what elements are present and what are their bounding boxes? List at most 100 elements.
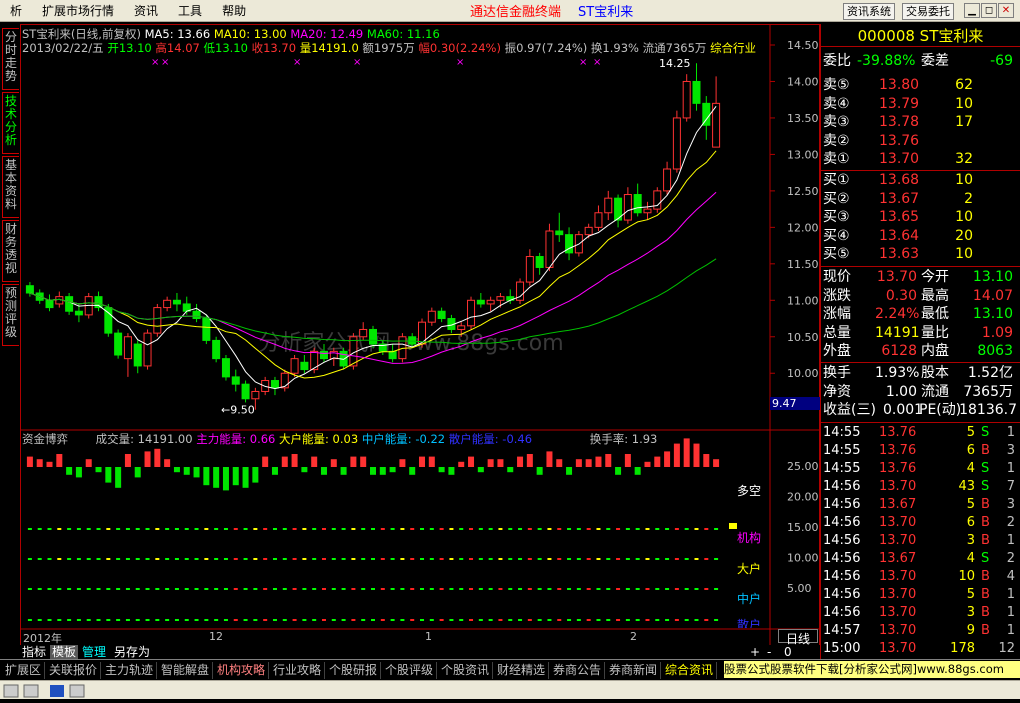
- bottom-tab[interactable]: 行业攻略: [270, 662, 326, 679]
- indicator-dash: [606, 558, 611, 560]
- candle-body: [555, 230, 564, 236]
- indicator-dash: [302, 588, 307, 590]
- bid-row[interactable]: 买⑤ 13.63 10: [823, 245, 1019, 263]
- indicator-dash: [57, 558, 62, 560]
- indicator-dash: [27, 528, 32, 530]
- ticker-bar: 股票公式股票软件下载[分析家公式网]www.88gs.com: [724, 661, 1020, 678]
- menu-news[interactable]: 资讯: [124, 0, 168, 22]
- minimize-icon[interactable]: ▁: [964, 3, 980, 18]
- zoom-in-button[interactable]: +: [748, 645, 762, 660]
- tab-financial[interactable]: 财务透视: [2, 220, 19, 282]
- ask-row[interactable]: 卖③ 13.78 17: [823, 113, 1019, 131]
- indicator-dash: [174, 619, 179, 621]
- money-flow-bar: [419, 456, 426, 467]
- toolbar-icon-2[interactable]: [23, 684, 39, 698]
- bottom-tab[interactable]: 财经精选: [494, 662, 550, 679]
- indicator-dash: [27, 588, 32, 590]
- toolbar-icon-1[interactable]: [3, 684, 19, 698]
- tab-save-as[interactable]: 另存为: [112, 645, 152, 660]
- toolbar-icon-3[interactable]: [50, 685, 64, 697]
- bottom-tab[interactable]: 扩展区: [2, 662, 46, 679]
- tick-time: 14:57: [823, 623, 861, 638]
- menu-analysis[interactable]: 析: [0, 0, 32, 22]
- tab-basic-info[interactable]: 基本资料: [2, 156, 19, 218]
- stat-label-2: 流通: [921, 383, 949, 400]
- tab-manage[interactable]: 管理: [80, 645, 108, 660]
- ob-price: 13.76: [879, 132, 920, 149]
- menu-help[interactable]: 帮助: [212, 0, 256, 22]
- bottom-tab[interactable]: 个股评级: [382, 662, 438, 679]
- close-icon[interactable]: ✕: [998, 3, 1014, 18]
- bottom-tab[interactable]: 券商公告: [550, 662, 606, 679]
- lower-small: 散户能量: -0.46: [448, 432, 533, 446]
- indicator-dash: [145, 528, 150, 530]
- tab-indicator[interactable]: 指标: [20, 645, 48, 660]
- money-flow-bar: [477, 467, 484, 473]
- maximize-icon[interactable]: ◻: [981, 3, 997, 18]
- tick-vol: 10: [958, 569, 975, 584]
- ask-row[interactable]: 卖① 13.70 32: [823, 150, 1019, 168]
- bottom-tab[interactable]: 综合资讯: [662, 662, 718, 679]
- tick-side: B: [981, 533, 990, 548]
- menu-tools[interactable]: 工具: [168, 0, 212, 22]
- ob-price: 13.65: [879, 209, 920, 226]
- money-flow-bar: [350, 456, 357, 467]
- news-system-button[interactable]: 资讯系统: [843, 3, 895, 20]
- tab-forecast[interactable]: 预测评级: [2, 284, 19, 346]
- reset-button[interactable]: 0: [782, 645, 794, 660]
- ask-row[interactable]: 卖② 13.76: [823, 132, 1019, 150]
- indicator-dash: [674, 528, 679, 530]
- bid-row[interactable]: 买① 13.68 10: [823, 171, 1019, 189]
- candle-body: [594, 212, 603, 228]
- app-title: 通达信金融终端: [470, 5, 562, 20]
- bottom-tab[interactable]: 券商新闻: [606, 662, 662, 679]
- indicator-dash: [429, 558, 434, 560]
- indicator-dash: [184, 619, 189, 621]
- bid-row[interactable]: 买② 13.67 2: [823, 190, 1019, 208]
- tick-vol: 3: [966, 605, 975, 620]
- bottom-tab[interactable]: 智能解盘: [158, 662, 214, 679]
- bid-row[interactable]: 买④ 13.64 20: [823, 227, 1019, 245]
- stat-row: 总量 14191 量比 1.09: [823, 324, 1019, 342]
- bottom-tab[interactable]: 机构攻略: [214, 662, 270, 679]
- kline-chart-area[interactable]: 分析家公式网 www.88gs.com 14.50 14.00 13.50 13.00…: [20, 24, 821, 648]
- tab-technical[interactable]: 技术分析: [2, 92, 19, 154]
- indicator-dash: [67, 588, 72, 590]
- tab-intraday[interactable]: 分时走势: [2, 28, 19, 90]
- bottom-tab[interactable]: 个股研报: [326, 662, 382, 679]
- ask-row[interactable]: 卖④ 13.79 10: [823, 95, 1019, 113]
- event-marker: ×: [293, 57, 301, 68]
- period-button[interactable]: 日线: [778, 629, 818, 646]
- indicator-dash: [253, 528, 258, 530]
- indicator-dash: [361, 558, 366, 560]
- tick-row: 14:55 13.76 6 B 3: [823, 442, 1019, 460]
- candle-body: [45, 299, 54, 309]
- indicator-dash: [155, 588, 160, 590]
- price-axis-label: 11.00: [787, 294, 819, 307]
- indicator-dash: [341, 528, 346, 530]
- tick-price: 13.67: [879, 497, 917, 512]
- tick-count: 2: [1006, 551, 1015, 566]
- ob-vol: 10: [955, 209, 973, 226]
- trade-button[interactable]: 交易委托: [902, 3, 954, 20]
- low-label: 低13.10: [203, 41, 248, 55]
- change-label: 幅0.30(2.24%): [418, 41, 501, 55]
- bottom-tab[interactable]: 个股资讯: [438, 662, 494, 679]
- bottom-tab[interactable]: 关联报价: [46, 662, 102, 679]
- ob-price: 13.80: [879, 77, 920, 93]
- stat-row: 换手 1.93% 股本 1.52亿: [823, 364, 1019, 382]
- tab-template[interactable]: 模板: [50, 645, 79, 660]
- ask-row[interactable]: 卖⑤ 13.80 62: [823, 76, 1019, 94]
- indicator-dash: [527, 558, 532, 560]
- indicator-dash: [174, 558, 179, 560]
- indicator-dash: [214, 588, 219, 590]
- toolbar-icon-4[interactable]: [69, 684, 85, 698]
- bottom-tab[interactable]: 主力轨迹: [102, 662, 158, 679]
- tick-count: 1: [1006, 587, 1015, 602]
- indicator-dash: [331, 528, 336, 530]
- indicator-dash: [557, 619, 562, 621]
- menu-ext-market[interactable]: 扩展市场行情: [32, 0, 124, 22]
- candle-body: [437, 310, 446, 320]
- bid-row[interactable]: 买③ 13.65 10: [823, 208, 1019, 226]
- zoom-out-button[interactable]: -: [765, 645, 773, 660]
